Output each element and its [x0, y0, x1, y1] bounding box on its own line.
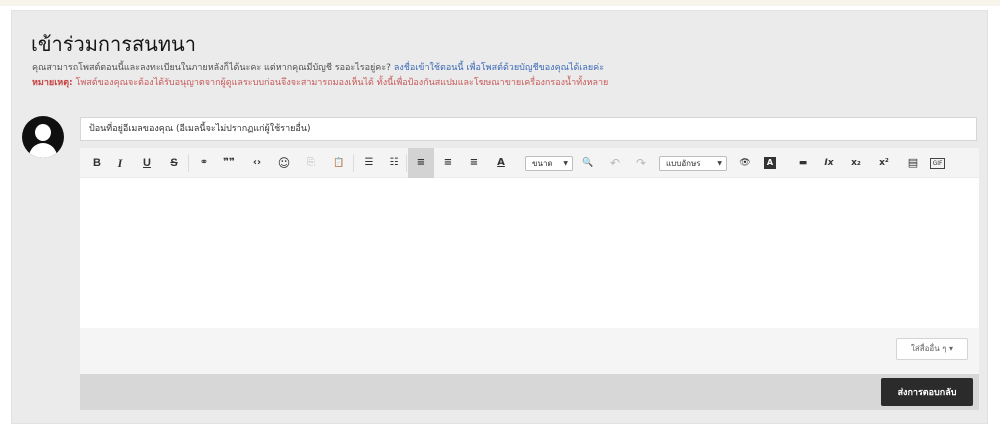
- font-family-label: แบบอักษร: [666, 159, 701, 168]
- editor-content-area[interactable]: [80, 178, 979, 328]
- redo-icon[interactable]: ↷: [632, 153, 650, 173]
- avatar-body: [29, 143, 57, 158]
- font-size-label: ขนาด: [532, 159, 553, 168]
- subscript-icon[interactable]: x₂: [847, 153, 865, 173]
- page-title: เข้าร่วมการสนทนา: [31, 32, 196, 56]
- rich-text-editor: B I U S ⚭ ❞❞ ‹› ☺ ⎘ 📋 ☰ ☷ ≡ ≡ ≡ A ขนาด ▼ …: [80, 148, 979, 410]
- note-text: โพสต์ของคุณจะต้องได้รับอนุญาตจากผู้ดูแลร…: [72, 78, 609, 88]
- submit-reply-button[interactable]: ส่งการตอบกลับ: [881, 378, 973, 406]
- superscript-icon[interactable]: x²: [875, 153, 893, 173]
- bullet-list-icon[interactable]: ☰: [360, 153, 378, 173]
- align-left-icon[interactable]: ≡: [408, 148, 434, 178]
- undo-icon[interactable]: ↶: [606, 153, 624, 173]
- emoji-icon[interactable]: ☺: [275, 153, 293, 173]
- align-right-icon[interactable]: ≡: [465, 153, 483, 173]
- numbered-list-icon[interactable]: ☷: [385, 153, 403, 173]
- font-size-dropdown[interactable]: ขนาด ▼: [525, 156, 573, 171]
- align-center-icon[interactable]: ≡: [439, 153, 457, 173]
- insert-other-media-button[interactable]: ใส่สื่ออื่น ๆ ▾: [896, 338, 968, 360]
- bold-button[interactable]: B: [88, 153, 106, 173]
- italic-button[interactable]: I: [111, 153, 129, 173]
- chevron-down-icon: ▼: [717, 160, 722, 167]
- underline-button[interactable]: U: [138, 153, 156, 173]
- code-icon[interactable]: ‹›: [248, 153, 266, 173]
- avatar-head: [35, 124, 51, 141]
- source-icon[interactable]: ▤: [904, 153, 922, 173]
- moderation-note: หมายเหตุ: โพสต์ของคุณจะต้องได้รับอนุญาตจ…: [32, 77, 608, 89]
- copy-icon[interactable]: ⎘: [302, 153, 320, 173]
- sign-in-link[interactable]: ลงชื่อเข้าใช้ตอนนี้ เพื่อโพสต์ด้วยบัญชีข…: [394, 63, 604, 73]
- preview-eye-icon[interactable]: 👁: [736, 153, 754, 173]
- background-color-icon[interactable]: A: [764, 157, 776, 169]
- email-field[interactable]: [80, 117, 977, 141]
- reply-footer: ส่งการตอบกลับ: [80, 374, 979, 410]
- guest-post-info: คุณสามารถโพสต์ตอนนี้และลงทะเบียนในภายหลั…: [32, 62, 604, 74]
- toolbar-separator: [353, 154, 354, 172]
- chevron-down-icon: ▼: [563, 160, 568, 167]
- toolbar-separator: [188, 154, 189, 172]
- top-strip: [0, 0, 1000, 6]
- link-icon[interactable]: ⚭: [195, 153, 213, 173]
- strikethrough-button[interactable]: S: [165, 153, 183, 173]
- guest-post-text: คุณสามารถโพสต์ตอนนี้และลงทะเบียนในภายหลั…: [32, 63, 394, 73]
- editor-bottom-bar: ใส่สื่ออื่น ๆ ▾: [80, 328, 979, 374]
- font-color-icon[interactable]: A: [492, 153, 510, 173]
- note-label: หมายเหตุ:: [32, 78, 73, 88]
- horizontal-rule-icon[interactable]: ▬: [794, 153, 812, 173]
- toolbar-separator: [406, 154, 407, 172]
- gif-icon[interactable]: GIF: [930, 158, 945, 169]
- font-family-dropdown[interactable]: แบบอักษร ▼: [659, 156, 727, 171]
- avatar: [22, 116, 64, 158]
- find-replace-icon[interactable]: 🔍: [579, 153, 597, 173]
- clear-formatting-icon[interactable]: Ix: [820, 153, 838, 173]
- quote-icon[interactable]: ❞❞: [220, 153, 238, 173]
- paste-icon[interactable]: 📋: [330, 153, 348, 173]
- editor-toolbar: B I U S ⚭ ❞❞ ‹› ☺ ⎘ 📋 ☰ ☷ ≡ ≡ ≡ A ขนาด ▼ …: [80, 148, 979, 178]
